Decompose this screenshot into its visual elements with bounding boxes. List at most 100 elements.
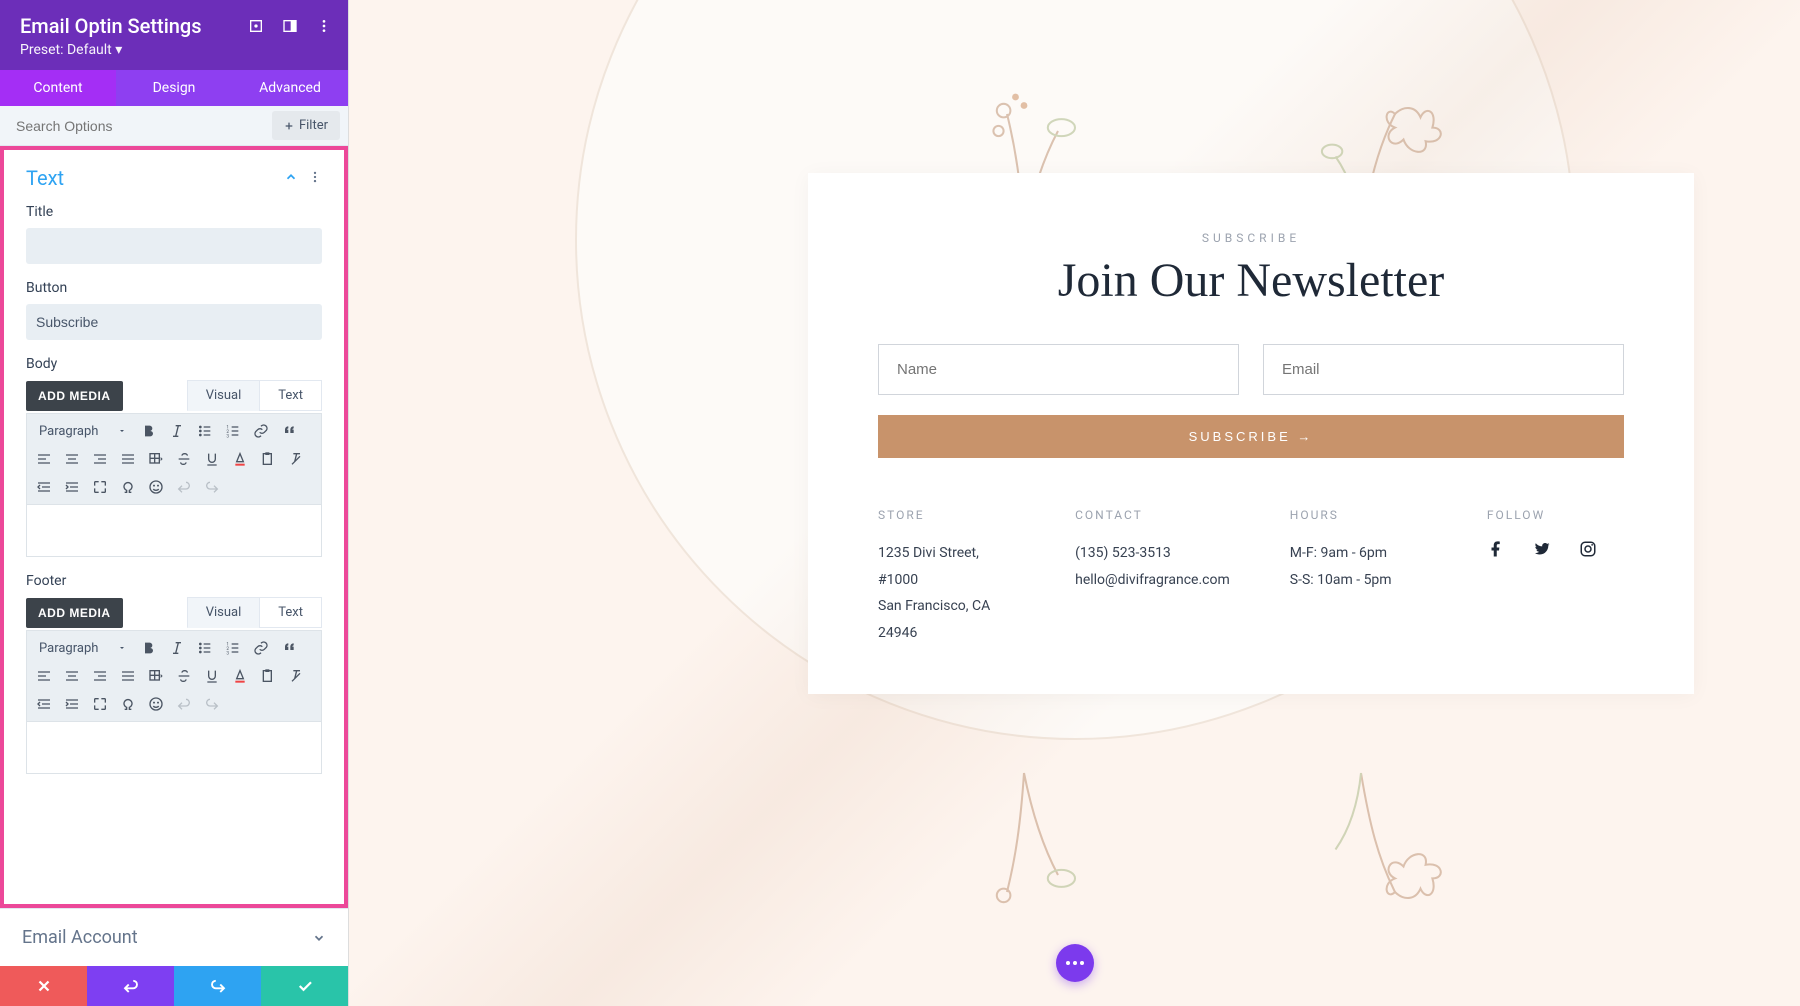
panel-icon[interactable] <box>282 18 298 38</box>
emoji-icon[interactable] <box>143 474 169 500</box>
quote-icon[interactable] <box>276 635 302 661</box>
add-media-button-body[interactable]: ADD MEDIA <box>26 381 123 411</box>
button-text-input[interactable] <box>26 304 322 340</box>
ul-icon[interactable] <box>192 635 218 661</box>
undo-icon[interactable] <box>171 691 197 717</box>
chevron-up-icon[interactable] <box>284 169 298 188</box>
special-char-icon[interactable] <box>115 474 141 500</box>
indent-icon[interactable] <box>59 474 85 500</box>
floral-decoration-icon <box>939 746 1109 936</box>
builder-fab[interactable] <box>1056 944 1094 982</box>
justify-icon[interactable] <box>115 446 141 472</box>
link-icon[interactable] <box>248 418 274 444</box>
visual-tab-footer[interactable]: Visual <box>187 597 260 628</box>
title-label: Title <box>26 204 322 220</box>
outdent-icon[interactable] <box>31 691 57 717</box>
email-account-section[interactable]: Email Account <box>0 908 348 966</box>
bold-icon[interactable] <box>136 635 162 661</box>
align-center-icon[interactable] <box>59 446 85 472</box>
facebook-icon[interactable] <box>1487 540 1505 562</box>
search-input[interactable] <box>0 108 272 144</box>
paste-icon[interactable] <box>255 446 281 472</box>
filter-button[interactable]: Filter <box>272 111 340 140</box>
paste-icon[interactable] <box>255 663 281 689</box>
underline-icon[interactable] <box>199 663 225 689</box>
align-right-icon[interactable] <box>87 663 113 689</box>
ol-icon[interactable]: 123 <box>220 418 246 444</box>
settings-sidebar: Email Optin Settings Preset: Default ▾ C… <box>0 0 349 1006</box>
body-editor[interactable] <box>26 505 322 557</box>
footer-editor[interactable] <box>26 722 322 774</box>
text-color-icon[interactable] <box>227 663 253 689</box>
ol-icon[interactable]: 123 <box>220 635 246 661</box>
underline-icon[interactable] <box>199 446 225 472</box>
card-subheading: SUBSCRIBE <box>878 231 1624 245</box>
preview-canvas: SUBSCRIBE Join Our Newsletter SUBSCRIBE … <box>349 0 1800 1006</box>
twitter-icon[interactable] <box>1533 540 1551 562</box>
text-color-icon[interactable] <box>227 446 253 472</box>
instagram-icon[interactable] <box>1579 540 1597 562</box>
align-right-icon[interactable] <box>87 446 113 472</box>
add-media-button-footer[interactable]: ADD MEDIA <box>26 598 123 628</box>
justify-icon[interactable] <box>115 663 141 689</box>
settings-tabs: Content Design Advanced <box>0 70 348 106</box>
clear-format-icon[interactable] <box>283 446 309 472</box>
outdent-icon[interactable] <box>31 474 57 500</box>
align-left-icon[interactable] <box>31 663 57 689</box>
redo-icon[interactable] <box>199 474 225 500</box>
preset-selector[interactable]: Preset: Default ▾ <box>20 42 328 58</box>
section-kebab-icon[interactable] <box>308 169 322 188</box>
text-tab-footer[interactable]: Text <box>259 597 322 628</box>
italic-icon[interactable] <box>164 635 190 661</box>
paragraph-select[interactable]: Paragraph <box>31 418 134 444</box>
link-icon[interactable] <box>248 635 274 661</box>
align-left-icon[interactable] <box>31 446 57 472</box>
emoji-icon[interactable] <box>143 691 169 717</box>
undo-icon[interactable] <box>171 474 197 500</box>
svg-text:3: 3 <box>227 434 230 439</box>
redo-icon[interactable] <box>199 691 225 717</box>
footer-toolbar: Paragraph 123 <box>26 630 322 722</box>
responsive-icon[interactable] <box>248 18 264 38</box>
redo-button[interactable] <box>174 966 261 1006</box>
button-label: Button <box>26 280 322 296</box>
ul-icon[interactable] <box>192 418 218 444</box>
clear-format-icon[interactable] <box>283 663 309 689</box>
indent-icon[interactable] <box>59 691 85 717</box>
svg-text:3: 3 <box>227 651 230 656</box>
visual-tab-body[interactable]: Visual <box>187 380 260 411</box>
paragraph-select-footer[interactable]: Paragraph <box>31 635 134 661</box>
table-icon[interactable] <box>143 663 169 689</box>
table-icon[interactable] <box>143 446 169 472</box>
email-input[interactable] <box>1263 344 1624 395</box>
title-input[interactable] <box>26 228 322 264</box>
cancel-button[interactable] <box>0 966 87 1006</box>
body-toolbar: Paragraph 123 <box>26 413 322 505</box>
contact-column: CONTACT (135) 523-3513 hello@divifragran… <box>1075 508 1230 646</box>
subscribe-button[interactable]: SUBSCRIBE → <box>878 415 1624 458</box>
tab-advanced[interactable]: Advanced <box>232 70 348 106</box>
fullscreen-icon[interactable] <box>87 691 113 717</box>
undo-button[interactable] <box>87 966 174 1006</box>
tab-content[interactable]: Content <box>0 70 116 106</box>
footer-label: Footer <box>26 573 322 589</box>
floral-decoration-icon <box>1310 746 1480 936</box>
text-tab-body[interactable]: Text <box>259 380 322 411</box>
special-char-icon[interactable] <box>115 691 141 717</box>
body-label: Body <box>26 356 322 372</box>
chevron-down-icon <box>312 931 326 945</box>
tab-design[interactable]: Design <box>116 70 232 106</box>
save-button[interactable] <box>261 966 348 1006</box>
follow-column: FOLLOW <box>1487 508 1624 646</box>
newsletter-card: SUBSCRIBE Join Our Newsletter SUBSCRIBE … <box>808 173 1694 694</box>
kebab-icon[interactable] <box>316 18 332 38</box>
strike-icon[interactable] <box>171 663 197 689</box>
quote-icon[interactable] <box>276 418 302 444</box>
align-center-icon[interactable] <box>59 663 85 689</box>
name-input[interactable] <box>878 344 1239 395</box>
bold-icon[interactable] <box>136 418 162 444</box>
hours-column: HOURS M-F: 9am - 6pm S-S: 10am - 5pm <box>1290 508 1427 646</box>
fullscreen-icon[interactable] <box>87 474 113 500</box>
italic-icon[interactable] <box>164 418 190 444</box>
strike-icon[interactable] <box>171 446 197 472</box>
